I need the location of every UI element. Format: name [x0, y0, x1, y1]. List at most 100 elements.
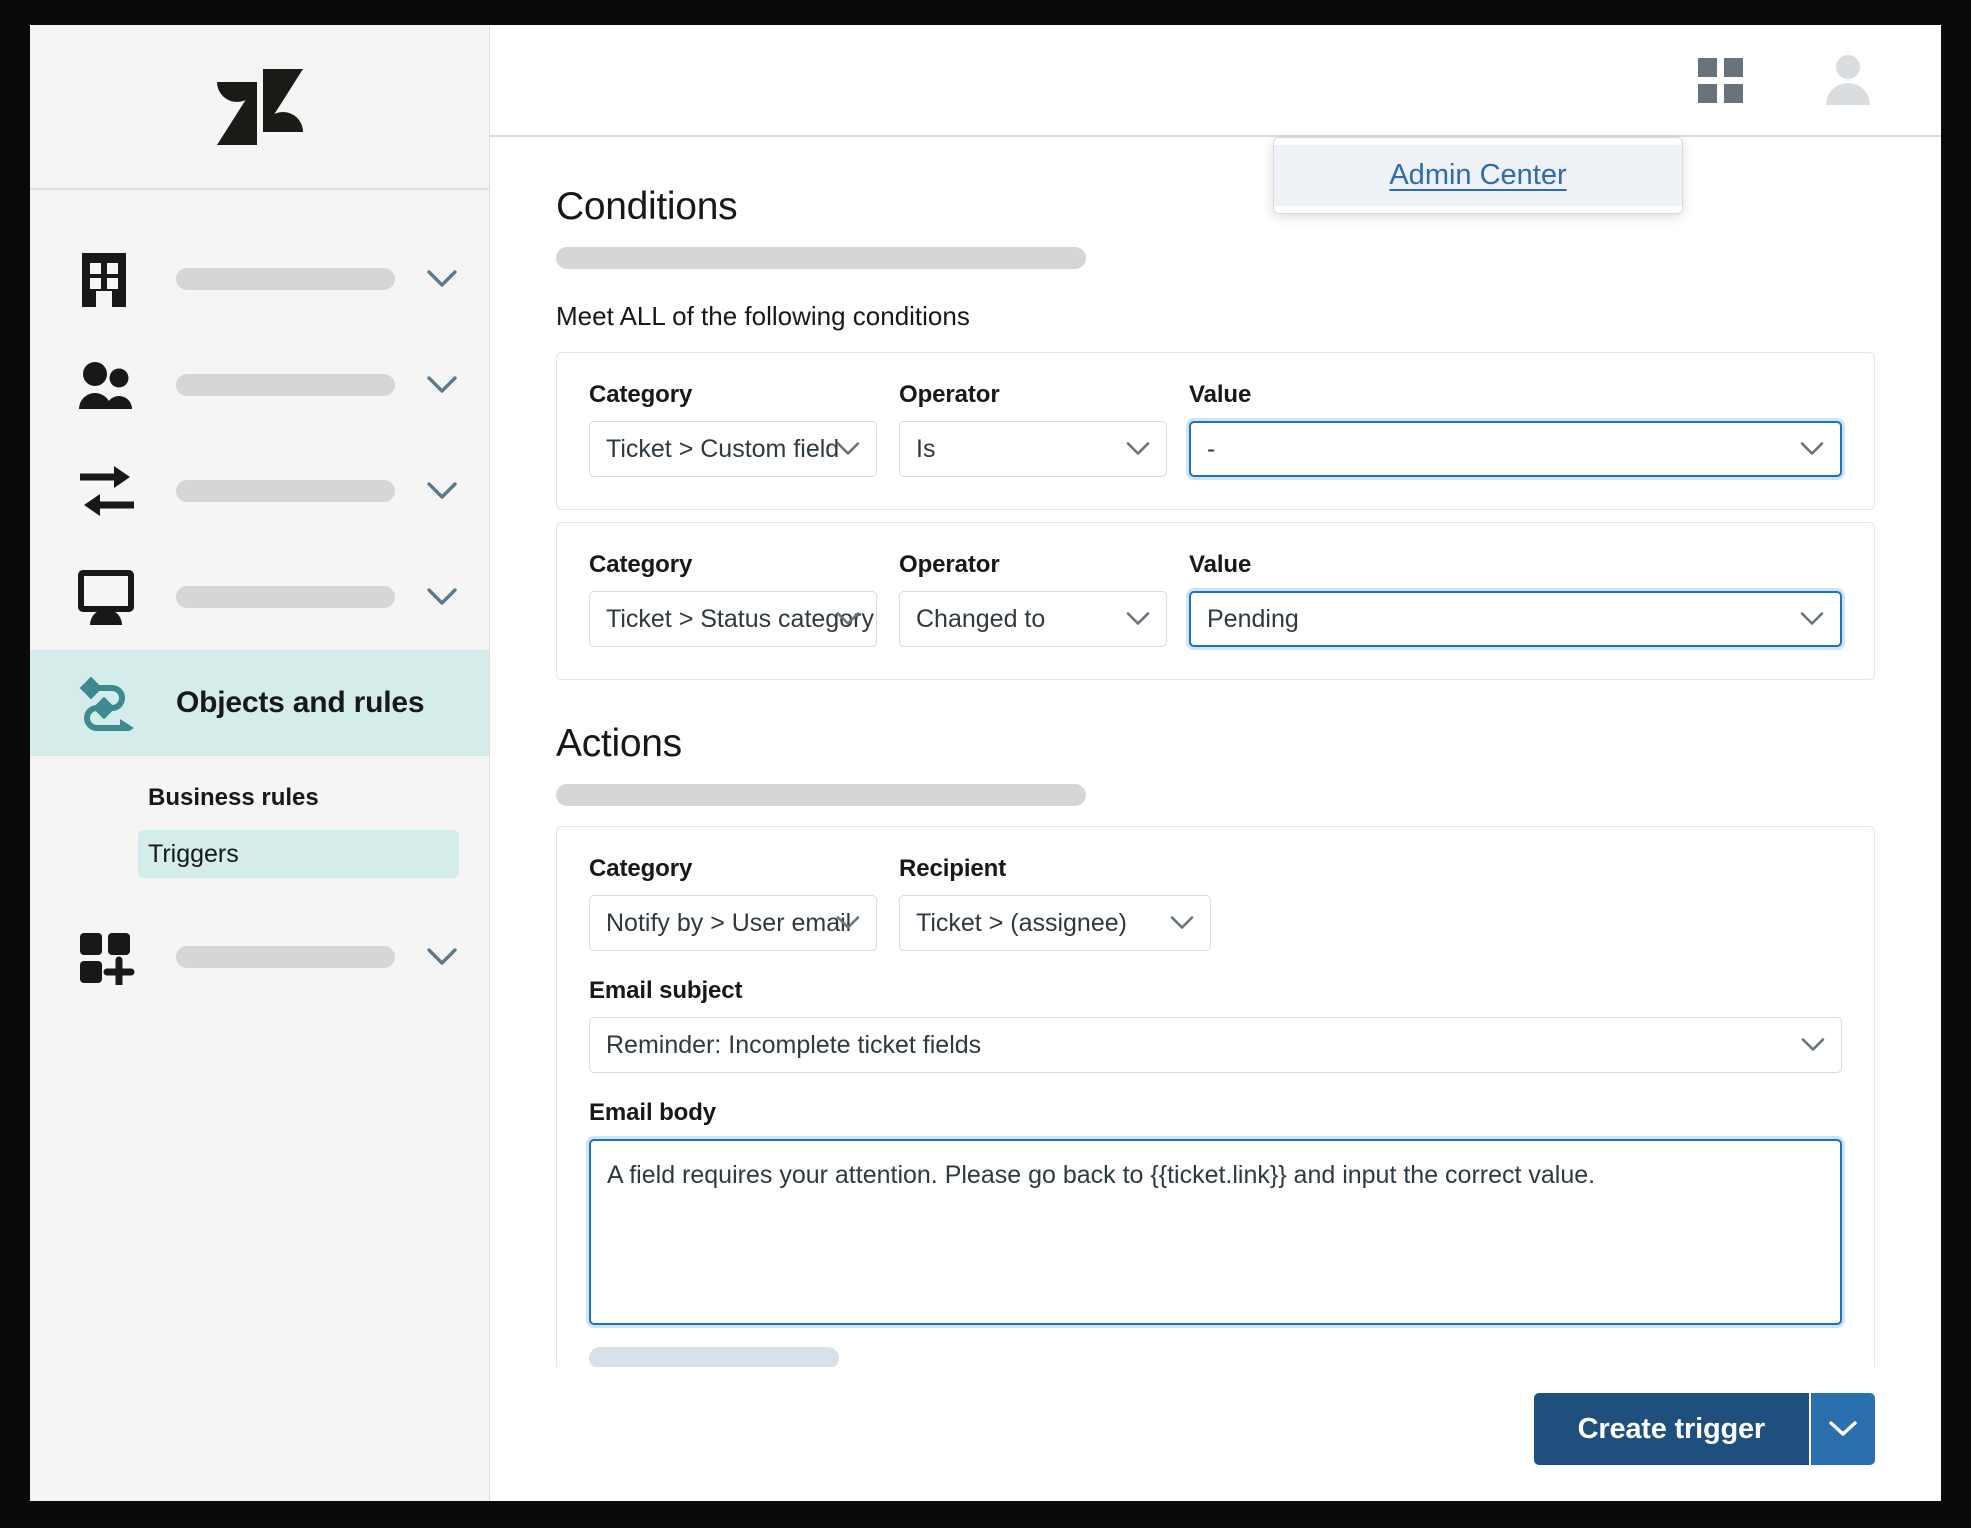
condition-operator-select[interactable]: Is — [899, 421, 1167, 477]
chevron-down-icon[interactable] — [425, 482, 459, 500]
select-value: Ticket > Custom field — [606, 434, 840, 463]
sidebar-item-label-skeleton — [176, 946, 395, 968]
chevron-down-icon — [1800, 612, 1824, 627]
sidebar-item-label-skeleton — [176, 268, 395, 290]
select-value: Ticket > Status category — [606, 604, 874, 633]
condition-category-field: Category Ticket > Custom field — [589, 381, 877, 477]
content-area: Conditions Meet ALL of the following con… — [490, 137, 1941, 1367]
chevron-down-icon[interactable] — [425, 948, 459, 966]
apps-add-icon — [78, 929, 140, 985]
chevron-down-icon — [836, 612, 860, 627]
objects-rules-icon — [78, 675, 140, 731]
sidebar-item-label-skeleton — [176, 374, 395, 396]
sidebar-item-label-skeleton — [176, 586, 395, 608]
admin-center-link[interactable]: Admin Center — [1389, 159, 1566, 191]
sidebar: Objects and rules Business rules Trigger… — [30, 25, 490, 1501]
sidebar-item-triggers[interactable]: Triggers — [138, 830, 459, 878]
field-label: Value — [1189, 381, 1252, 408]
field-label: Category — [589, 381, 693, 408]
building-icon — [78, 251, 140, 307]
apps-grid-icon[interactable] — [1698, 57, 1743, 103]
chevron-down-icon — [836, 442, 860, 457]
sidebar-item-workspaces[interactable] — [30, 544, 489, 650]
condition-operator-field: Operator Changed to — [899, 551, 1167, 647]
sidebar-item-channels[interactable] — [30, 438, 489, 544]
email-body-block: Email body A field requires your attenti… — [589, 1099, 1842, 1367]
action-category-field: Category Notify by > User email — [589, 855, 877, 951]
actions-title: Actions — [556, 722, 682, 765]
sidebar-subitem-label: Triggers — [148, 839, 239, 868]
main-panel: Admin Center Conditions Meet ALL of the … — [490, 25, 1941, 1501]
condition-category-select[interactable]: Ticket > Custom field — [589, 421, 877, 477]
create-trigger-button[interactable]: Create trigger — [1533, 1393, 1809, 1465]
zendesk-logo[interactable] — [30, 25, 489, 190]
email-body-helper-skeleton — [589, 1347, 839, 1367]
sidebar-subgroup-business-rules: Business rules Triggers — [30, 756, 489, 878]
sidebar-item-apps[interactable] — [30, 904, 489, 1010]
sidebar-item-label: Objects and rules — [176, 686, 425, 719]
sidebar-item-people[interactable] — [30, 332, 489, 438]
chevron-down-icon — [836, 916, 860, 931]
chevron-down-icon — [1801, 1038, 1825, 1053]
chevron-down-icon — [1829, 1421, 1857, 1436]
people-icon — [78, 361, 140, 409]
meet-all-label: Meet ALL of the following conditions — [556, 301, 970, 331]
field-label: Email body — [589, 1099, 717, 1126]
condition-category-select[interactable]: Ticket > Status category — [589, 591, 877, 647]
admin-center-popover: Admin Center — [1273, 137, 1683, 214]
actions-description-skeleton — [556, 784, 1086, 806]
top-bar — [490, 25, 1941, 137]
email-body-textarea[interactable]: A field requires your attention. Please … — [589, 1139, 1842, 1325]
condition-value-select[interactable]: Pending — [1189, 591, 1842, 647]
user-avatar-icon[interactable] — [1821, 53, 1875, 107]
condition-operator-field: Operator Is — [899, 381, 1167, 477]
field-label: Operator — [899, 381, 1000, 408]
create-trigger-label: Create trigger — [1577, 1412, 1766, 1445]
condition-row-2: Category Ticket > Status category Operat… — [556, 522, 1875, 680]
field-label: Recipient — [899, 855, 1007, 882]
condition-value-field: Value Pending — [1189, 551, 1842, 647]
sidebar-item-label-skeleton — [176, 480, 395, 502]
field-label: Email subject — [589, 977, 743, 1004]
sidebar-subheader-business-rules: Business rules — [148, 784, 319, 811]
field-label: Category — [589, 855, 693, 882]
sidebar-item-account[interactable] — [30, 226, 489, 332]
chevron-down-icon[interactable] — [425, 376, 459, 394]
chevron-down-icon — [1126, 442, 1150, 457]
create-trigger-button-group: Create trigger — [1533, 1393, 1875, 1465]
chevron-down-icon[interactable] — [425, 270, 459, 288]
field-label: Value — [1189, 551, 1252, 578]
input-value: Reminder: Incomplete ticket fields — [606, 1030, 982, 1059]
condition-operator-select[interactable]: Changed to — [899, 591, 1167, 647]
select-value: Notify by > User email — [606, 908, 852, 937]
chevron-down-icon — [1800, 442, 1824, 457]
arrows-exchange-icon — [78, 463, 140, 519]
sidebar-item-objects-and-rules[interactable]: Objects and rules — [30, 650, 489, 756]
field-label: Category — [589, 551, 693, 578]
action-recipient-field: Recipient Ticket > (assignee) — [899, 855, 1211, 951]
action-category-select[interactable]: Notify by > User email — [589, 895, 877, 951]
sidebar-nav: Objects and rules Business rules Trigger… — [30, 190, 489, 1010]
condition-value-field: Value - — [1189, 381, 1842, 477]
email-subject-input[interactable]: Reminder: Incomplete ticket fields — [589, 1017, 1842, 1073]
select-value: Pending — [1207, 604, 1299, 633]
chevron-down-icon — [1170, 916, 1194, 931]
app-window: Objects and rules Business rules Trigger… — [30, 25, 1941, 1501]
chevron-down-icon — [1126, 612, 1150, 627]
select-value: Changed to — [916, 604, 1046, 633]
chevron-down-icon[interactable] — [425, 588, 459, 606]
condition-category-field: Category Ticket > Status category — [589, 551, 877, 647]
email-subject-block: Email subject Reminder: Incomplete ticke… — [589, 977, 1842, 1073]
condition-value-select[interactable]: - — [1189, 421, 1842, 477]
action-row-1: Category Notify by > User email Recipien… — [556, 826, 1875, 1367]
select-value: Ticket > (assignee) — [916, 908, 1127, 937]
footer-bar: Create trigger — [490, 1367, 1941, 1501]
select-value: - — [1207, 434, 1216, 463]
monitor-icon — [78, 569, 140, 625]
textarea-value: A field requires your attention. Please … — [607, 1161, 1596, 1189]
field-label: Operator — [899, 551, 1000, 578]
admin-center-menu-item[interactable]: Admin Center — [1274, 145, 1682, 206]
screenshot-frame: Objects and rules Business rules Trigger… — [0, 0, 1971, 1528]
create-trigger-dropdown-button[interactable] — [1809, 1393, 1875, 1465]
action-recipient-select[interactable]: Ticket > (assignee) — [899, 895, 1211, 951]
